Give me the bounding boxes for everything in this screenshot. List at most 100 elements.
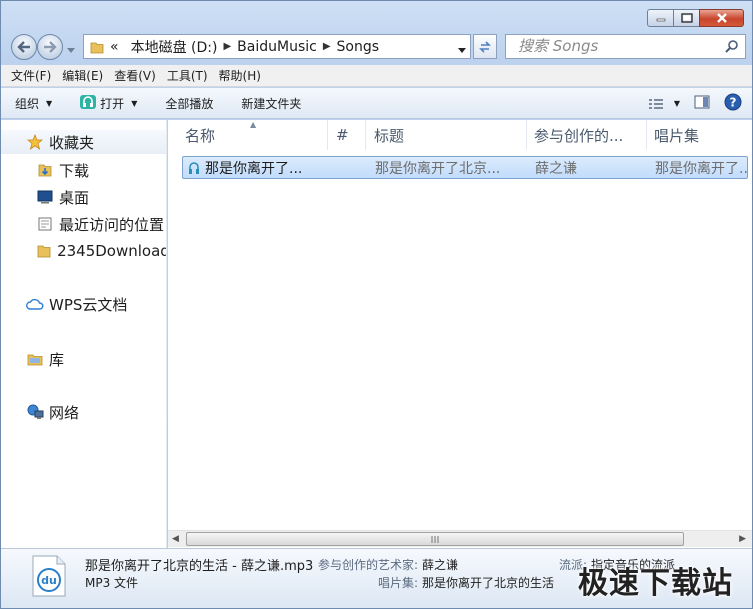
menu-tools[interactable]: 工具(T) <box>167 67 208 84</box>
breadcrumb-separator-icon[interactable]: ▶ <box>323 41 331 52</box>
nav-library-label: 库 <box>49 350 65 369</box>
address-bar[interactable]: « 本地磁盘 (D:) ▶ BaiduMusic ▶ Songs <box>83 34 471 59</box>
menu-bar: 文件(F) 编辑(E) 查看(V) 工具(T) 帮助(H) <box>1 65 752 87</box>
breadcrumb-drive[interactable]: 本地磁盘 (D:) <box>131 37 218 57</box>
new-folder-button[interactable]: 新建文件夹 <box>241 95 301 112</box>
scrollbar-thumb[interactable] <box>186 532 684 546</box>
cell-name: 那是你离开了... <box>205 160 303 177</box>
nav-network-label: 网络 <box>49 403 80 422</box>
preview-pane-button[interactable] <box>694 95 710 112</box>
nav-favorites[interactable]: 收藏夹 <box>1 130 166 154</box>
mp3-file-icon <box>183 161 205 175</box>
horizontal-scrollbar[interactable]: ◀ ▶ <box>168 530 752 547</box>
nav-2345downloads[interactable]: 2345Downloads <box>1 239 166 263</box>
scroll-right-icon[interactable]: ▶ <box>739 534 746 544</box>
desktop-icon <box>35 190 55 204</box>
open-button[interactable]: 打开 ▼ <box>80 94 137 112</box>
menu-help[interactable]: 帮助(H) <box>219 67 261 84</box>
search-icon[interactable] <box>725 39 739 56</box>
mp3-thumbnail-icon: du <box>31 555 67 600</box>
scroll-left-icon[interactable]: ◀ <box>172 534 179 544</box>
organize-button[interactable]: 组织 ▼ <box>15 95 52 112</box>
nav-desktop[interactable]: 桌面 <box>1 185 166 209</box>
column-artists-label: 参与创作的... <box>534 126 624 145</box>
forward-arrow-icon <box>44 41 57 53</box>
nav-2345downloads-label: 2345Downloads <box>57 242 166 260</box>
menu-file[interactable]: 文件(F) <box>11 67 51 84</box>
nav-recent-places[interactable]: 最近访问的位置 <box>1 212 166 236</box>
cell-album: 那是你离开了... <box>655 160 747 177</box>
nav-wps-cloud-label: WPS云文档 <box>49 295 128 314</box>
maximize-icon <box>680 13 693 23</box>
details-filetype: MP3 文件 <box>85 576 139 590</box>
baidu-music-icon <box>80 94 97 112</box>
address-history-dropdown[interactable] <box>458 42 466 58</box>
column-title-label: 标题 <box>374 126 405 145</box>
nav-recent-places-label: 最近访问的位置 <box>59 215 165 234</box>
svg-text:du: du <box>41 574 57 587</box>
column-name[interactable]: ▲ 名称 <box>168 120 328 150</box>
preview-pane-icon <box>694 95 710 109</box>
details-filename: 那是你离开了北京的生活 - 薛之谦.mp3 <box>85 559 314 574</box>
column-name-label: 名称 <box>185 126 216 145</box>
file-list: ▲ 名称 # 标题 参与创作的... 唱片集 那是你离开了... 那是你离开了北… <box>168 120 752 548</box>
recent-places-icon <box>35 216 55 232</box>
details-album-value[interactable]: 那是你离开了北京的生活 <box>422 574 554 591</box>
star-icon <box>25 134 45 150</box>
recent-pages-dropdown[interactable] <box>67 43 75 57</box>
svg-text:?: ? <box>730 96 737 110</box>
command-bar: 组织 ▼ 打开 ▼ 全部播放 新建文件夹 ▼ ? <box>1 88 752 119</box>
navigation-pane: 收藏夹 下载 桌面 最近访问的位置 2345Downloads WPS云文档 库… <box>1 120 167 548</box>
breadcrumb-songs[interactable]: Songs <box>337 39 380 55</box>
site-watermark: 极速下载站 <box>578 566 733 601</box>
minimize-button[interactable] <box>647 9 674 27</box>
change-view-button[interactable]: ▼ <box>648 98 680 110</box>
folder-icon <box>35 243 53 259</box>
table-row[interactable]: 那是你离开了... 那是你离开了北京... 薛之谦 那是你离开了... <box>182 156 748 179</box>
column-number[interactable]: # <box>328 120 366 150</box>
refresh-icon <box>479 40 491 53</box>
column-title[interactable]: 标题 <box>366 120 527 150</box>
details-artist-value[interactable]: 薛之谦 <box>422 556 458 573</box>
maximize-button[interactable] <box>673 9 700 27</box>
search-box[interactable] <box>505 34 746 59</box>
nav-downloads[interactable]: 下载 <box>1 158 166 182</box>
cell-title: 那是你离开了北京... <box>375 160 501 177</box>
sort-ascending-icon: ▲ <box>250 120 257 129</box>
cell-artist: 薛之谦 <box>535 160 577 177</box>
nav-wps-cloud[interactable]: WPS云文档 <box>1 292 166 316</box>
search-input[interactable] <box>506 35 706 57</box>
play-all-label: 全部播放 <box>165 96 214 111</box>
help-button[interactable]: ? <box>724 93 742 114</box>
close-button[interactable] <box>699 9 744 27</box>
breadcrumb-separator-icon[interactable]: ▶ <box>223 41 231 52</box>
cloud-icon <box>25 297 45 311</box>
close-icon <box>716 13 727 23</box>
back-button[interactable] <box>11 34 37 60</box>
menu-edit[interactable]: 编辑(E) <box>62 67 103 84</box>
help-icon: ? <box>724 93 742 111</box>
address-overflow[interactable]: « <box>110 39 119 55</box>
chevron-down-icon <box>458 48 466 53</box>
breadcrumb-baidumusic[interactable]: BaiduMusic <box>237 39 317 55</box>
nav-favorites-label: 收藏夹 <box>49 133 95 152</box>
menu-view[interactable]: 查看(V) <box>114 67 156 84</box>
open-label: 打开 <box>100 96 125 111</box>
refresh-button[interactable] <box>473 34 497 59</box>
forward-button[interactable] <box>37 34 63 60</box>
downloads-folder-icon <box>35 162 55 178</box>
column-contributing-artists[interactable]: 参与创作的... <box>527 120 647 150</box>
details-artist-key: 参与创作的艺术家: <box>318 558 419 572</box>
nav-library[interactable]: 库 <box>1 347 166 371</box>
organize-label: 组织 <box>15 96 40 111</box>
chevron-down-icon: ▼ <box>673 99 680 108</box>
folder-icon <box>90 42 104 53</box>
minimize-icon <box>656 18 665 22</box>
grip-icon <box>431 535 439 543</box>
column-album[interactable]: 唱片集 <box>647 120 752 150</box>
caption-buttons <box>647 9 744 27</box>
chevron-down-icon: ▼ <box>46 98 53 108</box>
nav-network[interactable]: 网络 <box>1 400 166 424</box>
view-controls: ▼ ? <box>634 93 742 114</box>
play-all-button[interactable]: 全部播放 <box>165 95 213 112</box>
